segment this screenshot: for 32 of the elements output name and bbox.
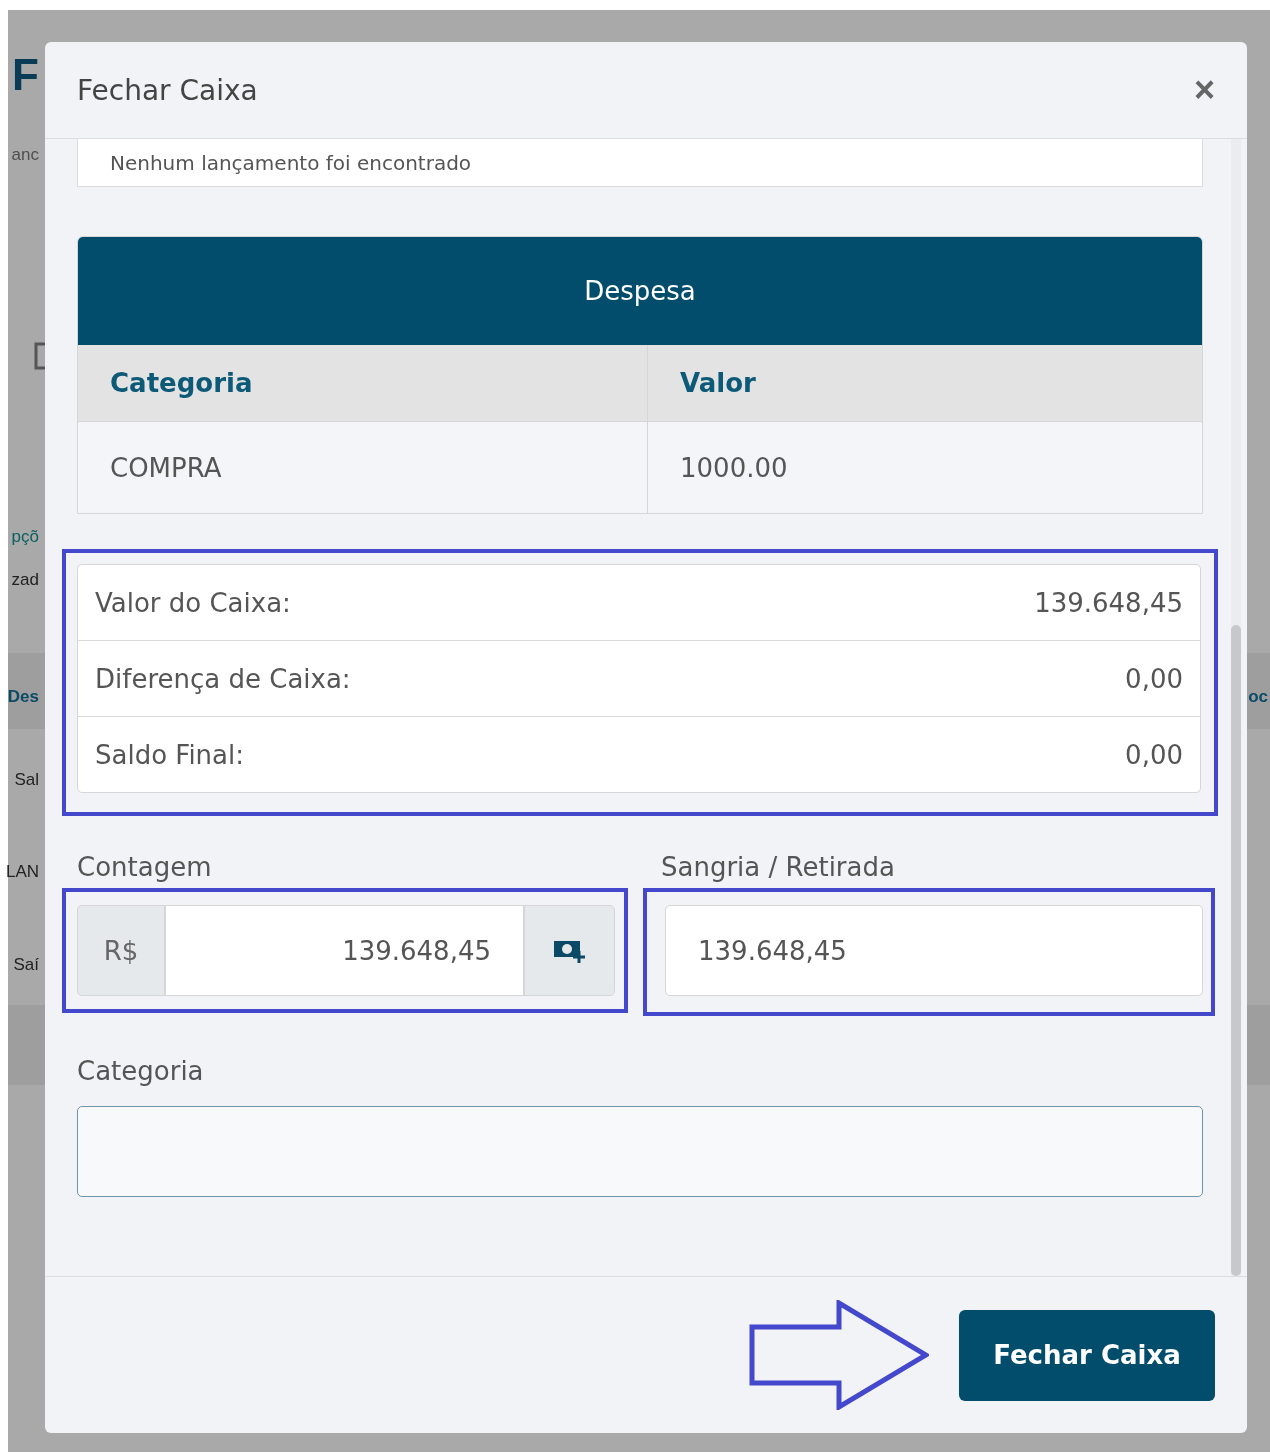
background-text: F [12,50,39,100]
background-text: anc [11,145,39,165]
money-add-button[interactable] [524,905,615,996]
summary-value: 0,00 [1125,663,1183,694]
column-header: Categoria [109,367,254,400]
close-button[interactable]: × [1193,72,1215,108]
withdrawal-input[interactable]: 139.648,45 [665,905,1203,996]
table-title: Despesa [78,237,1202,345]
summary-label: Diferença de Caixa: [95,663,351,694]
table-cell: 1000.00 [647,422,1202,513]
background-text: zad [11,570,39,590]
background-text: Saí [13,955,39,975]
count-input[interactable]: 139.648,45 [165,905,524,996]
summary-value: 0,00 [1125,739,1183,770]
field-label: Categoria [77,1056,205,1086]
money-plus-icon [552,938,587,963]
summary-label: Valor do Caixa: [95,587,291,618]
summary-value: 139.648,45 [1034,587,1183,618]
modal-title: Fechar Caixa [77,73,258,107]
currency-prefix: R$ [77,905,165,996]
field-label: Sangria / Retirada [661,852,896,882]
empty-message: Nenhum lançamento foi encontrado [77,139,1203,187]
close-register-button[interactable]: Fechar Caixa [959,1309,1215,1401]
background-text: Des [7,687,39,707]
scrollbar[interactable] [1231,139,1241,1276]
background-text: Sal [14,770,39,790]
table-cell-text: COMPRA [109,451,223,485]
summary-label: Saldo Final: [95,739,245,770]
field-label: Contagem [77,852,213,882]
background-text: pçõ [11,527,39,547]
category-input[interactable] [77,1106,1203,1197]
background-text: oc [1248,687,1268,707]
